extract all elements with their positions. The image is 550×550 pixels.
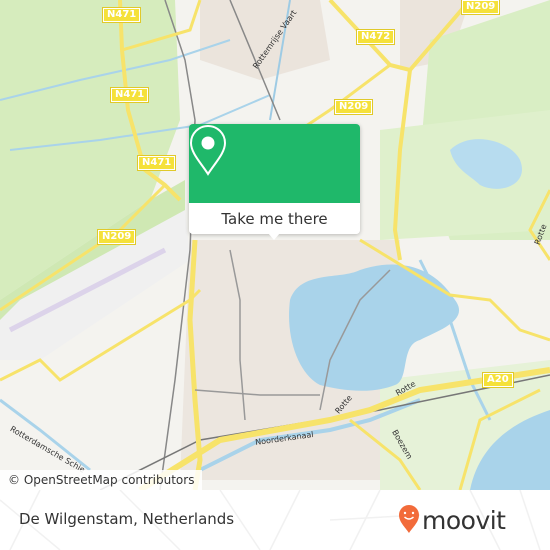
- road-label-n209: N209: [335, 100, 373, 114]
- moovit-pin-icon: [399, 505, 419, 533]
- road-label-n209: N209: [98, 230, 136, 244]
- map-view[interactable]: N471 N471 N471 N472 N209 N209 N209 A20 R…: [0, 0, 550, 490]
- map-pin-icon: [189, 124, 227, 176]
- take-me-there-button[interactable]: Take me there: [189, 203, 360, 234]
- destination-popup[interactable]: Take me there: [189, 124, 360, 234]
- popup-pointer: [268, 233, 280, 240]
- road-label-n209: N209: [462, 0, 500, 14]
- moovit-wordmark: moovit: [422, 506, 506, 535]
- map-attribution[interactable]: © OpenStreetMap contributors: [0, 470, 203, 490]
- road-label-a20: A20: [483, 373, 513, 387]
- road-label-n471: N471: [111, 88, 149, 102]
- place-name: De Wilgenstam, Netherlands: [19, 510, 235, 528]
- footer: De Wilgenstam, Netherlands moovit: [0, 490, 550, 550]
- road-label-n471: N471: [103, 8, 141, 22]
- popup-header: [189, 124, 360, 203]
- road-label-n471: N471: [138, 156, 176, 170]
- moovit-logo[interactable]: moovit: [398, 504, 506, 534]
- map-canvas: [0, 0, 550, 490]
- road-label-n472: N472: [357, 30, 395, 44]
- take-me-there-label[interactable]: Take me there: [221, 210, 327, 228]
